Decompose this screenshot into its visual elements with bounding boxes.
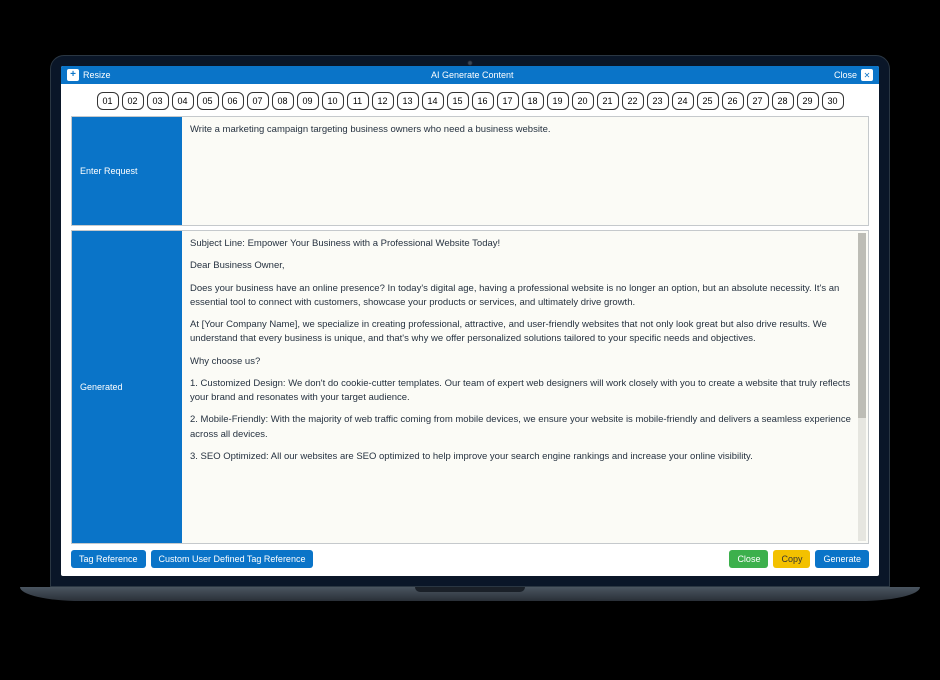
generated-output[interactable]: Subject Line: Empower Your Business with…	[182, 231, 868, 543]
footer-bar: Tag Reference Custom User Defined Tag Re…	[61, 544, 879, 576]
generated-paragraph: Subject Line: Empower Your Business with…	[190, 237, 854, 251]
step-pill-28[interactable]: 28	[772, 92, 794, 110]
step-pill-05[interactable]: 05	[197, 92, 219, 110]
app-window: + Resize AI Generate Content Close ✕ 010…	[61, 66, 879, 576]
request-input[interactable]: Write a marketing campaign targeting bus…	[182, 117, 868, 225]
scrollbar[interactable]	[858, 233, 866, 541]
step-pill-08[interactable]: 08	[272, 92, 294, 110]
step-pill-02[interactable]: 02	[122, 92, 144, 110]
custom-tag-reference-button[interactable]: Custom User Defined Tag Reference	[151, 550, 314, 568]
generate-button[interactable]: Generate	[815, 550, 869, 568]
step-pill-16[interactable]: 16	[472, 92, 494, 110]
step-pill-25[interactable]: 25	[697, 92, 719, 110]
camera-icon	[467, 60, 473, 66]
step-pill-03[interactable]: 03	[147, 92, 169, 110]
step-pill-18[interactable]: 18	[522, 92, 544, 110]
generated-paragraph: Does your business have an online presen…	[190, 282, 854, 311]
laptop-base	[20, 587, 920, 601]
step-pill-24[interactable]: 24	[672, 92, 694, 110]
step-pill-21[interactable]: 21	[597, 92, 619, 110]
close-label[interactable]: Close	[834, 70, 857, 80]
step-pill-23[interactable]: 23	[647, 92, 669, 110]
step-pill-15[interactable]: 15	[447, 92, 469, 110]
generated-paragraph: 3. SEO Optimized: All our websites are S…	[190, 450, 854, 464]
resize-icon[interactable]: +	[67, 69, 79, 81]
generated-paragraph: Why choose us?	[190, 355, 854, 369]
step-pill-11[interactable]: 11	[347, 92, 369, 110]
step-pill-26[interactable]: 26	[722, 92, 744, 110]
step-pill-20[interactable]: 20	[572, 92, 594, 110]
scrollbar-thumb[interactable]	[858, 233, 866, 418]
panels-area: Enter Request Write a marketing campaign…	[61, 116, 879, 544]
step-pill-01[interactable]: 01	[97, 92, 119, 110]
step-pill-04[interactable]: 04	[172, 92, 194, 110]
generated-paragraph: 1. Customized Design: We don't do cookie…	[190, 377, 854, 406]
step-pill-19[interactable]: 19	[547, 92, 569, 110]
window-title: AI Generate Content	[431, 70, 514, 80]
generated-panel: Generated Subject Line: Empower Your Bus…	[71, 230, 869, 544]
laptop-notch	[415, 587, 525, 592]
step-pill-09[interactable]: 09	[297, 92, 319, 110]
close-icon[interactable]: ✕	[861, 69, 873, 81]
generated-paragraph: At [Your Company Name], we specialize in…	[190, 318, 854, 347]
step-number-row: 0102030405060708091011121314151617181920…	[61, 84, 879, 116]
screen-bezel: + Resize AI Generate Content Close ✕ 010…	[50, 55, 890, 587]
titlebar: + Resize AI Generate Content Close ✕	[61, 66, 879, 84]
step-pill-06[interactable]: 06	[222, 92, 244, 110]
tag-reference-button[interactable]: Tag Reference	[71, 550, 146, 568]
step-pill-10[interactable]: 10	[322, 92, 344, 110]
step-pill-29[interactable]: 29	[797, 92, 819, 110]
resize-label[interactable]: Resize	[83, 70, 111, 80]
generated-paragraph: Dear Business Owner,	[190, 259, 854, 273]
laptop-shadow	[90, 605, 850, 625]
step-pill-07[interactable]: 07	[247, 92, 269, 110]
step-pill-30[interactable]: 30	[822, 92, 844, 110]
generated-panel-label: Generated	[72, 231, 182, 543]
laptop-mockup: + Resize AI Generate Content Close ✕ 010…	[50, 55, 890, 625]
step-pill-17[interactable]: 17	[497, 92, 519, 110]
copy-button[interactable]: Copy	[773, 550, 810, 568]
request-panel: Enter Request Write a marketing campaign…	[71, 116, 869, 226]
generated-paragraph: 2. Mobile-Friendly: With the majority of…	[190, 413, 854, 442]
step-pill-22[interactable]: 22	[622, 92, 644, 110]
close-button[interactable]: Close	[729, 550, 768, 568]
request-panel-label: Enter Request	[72, 117, 182, 225]
step-pill-12[interactable]: 12	[372, 92, 394, 110]
step-pill-13[interactable]: 13	[397, 92, 419, 110]
step-pill-14[interactable]: 14	[422, 92, 444, 110]
step-pill-27[interactable]: 27	[747, 92, 769, 110]
